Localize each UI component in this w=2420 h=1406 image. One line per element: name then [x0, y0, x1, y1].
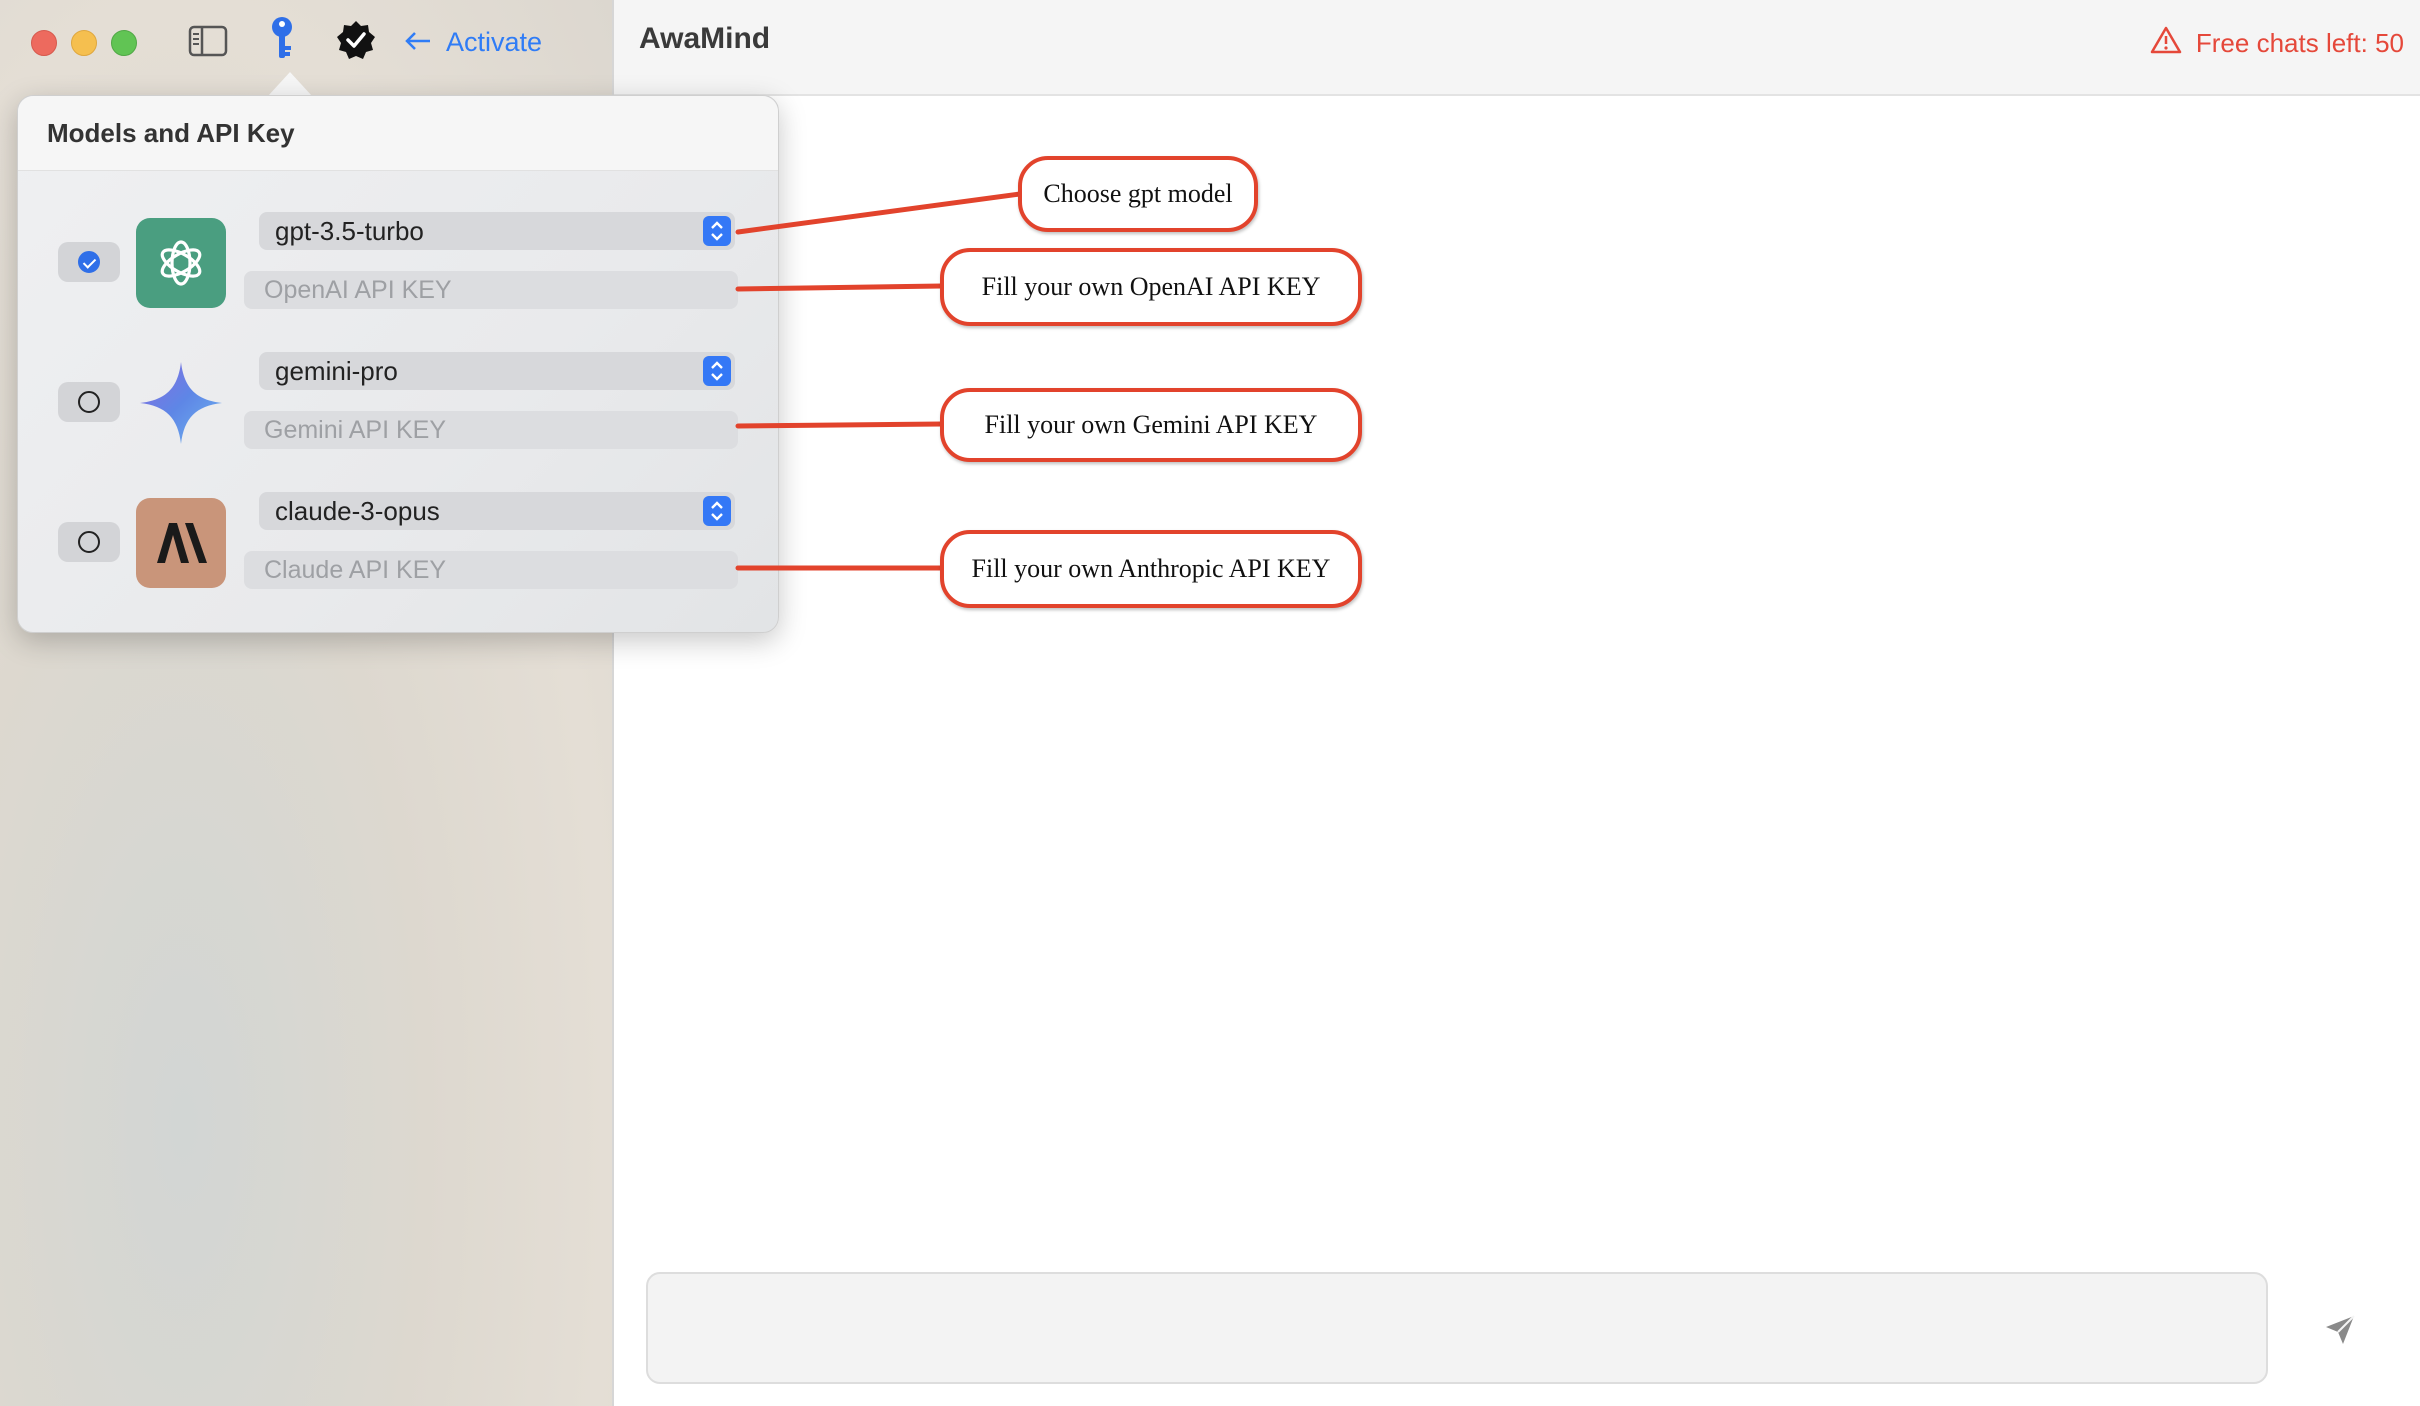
model-select-claude[interactable]: claude-3-opus — [259, 492, 735, 530]
annotation-gemini-key: Fill your own Gemini API KEY — [940, 388, 1362, 462]
free-chats-label: Free chats left: 50 — [2195, 28, 2404, 58]
activate-label: Activate — [446, 26, 543, 57]
key-icon[interactable] — [268, 16, 296, 62]
model-select-gemini[interactable]: gemini-pro — [259, 352, 735, 390]
warning-icon — [2150, 26, 2182, 61]
sidebar-toggle-icon[interactable] — [186, 22, 230, 60]
chat-input[interactable] — [646, 1272, 2268, 1384]
model-select-value: gemini-pro — [275, 355, 398, 386]
model-radio-openai[interactable] — [58, 242, 120, 282]
arrow-left-icon — [404, 27, 432, 58]
claude-api-key-input[interactable] — [244, 551, 738, 589]
annotation-openai-key: Fill your own OpenAI API KEY — [940, 248, 1362, 326]
send-icon[interactable] — [2322, 1312, 2358, 1348]
radio-unchecked-icon — [78, 391, 100, 413]
activate-button[interactable]: Activate — [404, 24, 542, 60]
anthropic-logo — [136, 498, 226, 588]
window-maximize-button[interactable] — [111, 30, 137, 56]
models-api-key-popover: Models and API Key gpt-3.5-turbo OpenAI … — [17, 95, 779, 633]
radio-unchecked-icon — [78, 531, 100, 553]
model-radio-gemini[interactable] — [58, 382, 120, 422]
gemini-logo — [136, 358, 226, 448]
model-select-value: claude-3-opus — [275, 495, 440, 526]
model-radio-claude[interactable] — [58, 522, 120, 562]
radio-checked-icon — [78, 251, 100, 273]
chevron-up-down-icon — [703, 356, 731, 386]
model-select-openai[interactable]: gpt-3.5-turbo — [259, 212, 735, 250]
app-title: AwaMind — [639, 22, 771, 55]
model-select-value: gpt-3.5-turbo — [275, 215, 424, 246]
annotation-choose-model: Choose gpt model — [1018, 156, 1258, 232]
free-chats-counter[interactable]: Free chats left: 50 — [2150, 26, 2404, 61]
verified-badge-icon[interactable] — [336, 20, 376, 60]
popover-title: Models and API Key — [47, 118, 295, 148]
chevron-up-down-icon — [703, 496, 731, 526]
gemini-api-key-input[interactable] — [244, 411, 738, 449]
window-minimize-button[interactable] — [71, 30, 97, 56]
openai-logo — [136, 218, 226, 308]
openai-api-key-input[interactable] — [244, 271, 738, 309]
chevron-up-down-icon — [703, 216, 731, 246]
popover-arrow — [268, 72, 312, 96]
annotation-anthropic-key: Fill your own Anthropic API KEY — [940, 530, 1362, 608]
window-close-button[interactable] — [31, 30, 57, 56]
